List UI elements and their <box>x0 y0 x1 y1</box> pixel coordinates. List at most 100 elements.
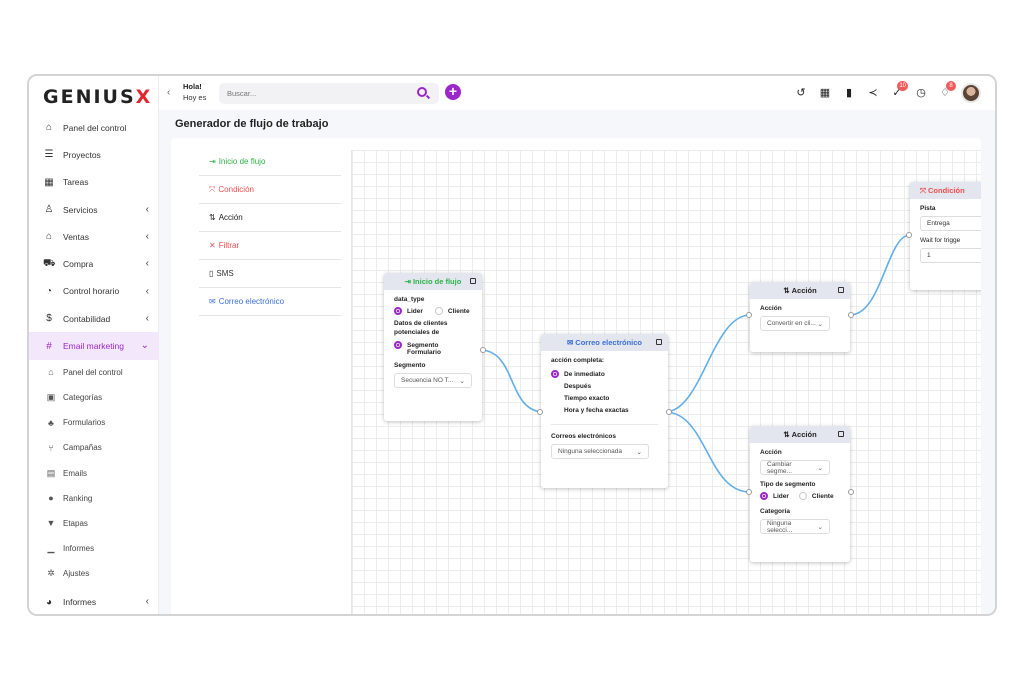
radio-segmento-dot[interactable] <box>394 341 402 349</box>
output-port[interactable] <box>848 489 854 495</box>
date-label: Hoy es <box>183 93 207 102</box>
radio-dot[interactable] <box>551 394 559 402</box>
output-port[interactable] <box>480 347 486 353</box>
logo[interactable]: GENIUSX <box>43 86 152 108</box>
radio-option[interactable]: Hora y fecha exactas <box>551 406 658 414</box>
radio-option[interactable]: Después <box>551 382 658 390</box>
bell-icon[interactable]: ♢ 8 <box>933 81 957 103</box>
radio-formulario[interactable]: Formulario <box>394 349 472 356</box>
node-accion-2[interactable]: ⇅ Acción Acción Cambiar segme... ⌄ Tipo d… <box>746 426 854 562</box>
chevron-left-icon[interactable]: ‹ <box>146 258 149 269</box>
sidebar-item-7[interactable]: $ Contabilidad ‹ <box>29 305 159 332</box>
share-icon[interactable]: ≺ <box>861 83 885 103</box>
sidebar-item-label: Panel del control <box>63 122 127 133</box>
add-button[interactable]: + <box>445 84 461 100</box>
sidebar-subitem-3[interactable]: ⑂ Campañas <box>29 435 159 460</box>
accion-select[interactable]: Convertir en cli... ⌄ <box>760 316 830 331</box>
palette-item-5[interactable]: ✉ Correo electrónico <box>199 288 341 316</box>
node-condicion[interactable]: ⤧ Condición Pista Entrega Wait for trigg… <box>906 182 981 290</box>
chevron-left-icon[interactable]: ‹ <box>146 204 149 215</box>
sidebar-subitem-2[interactable]: ♣ Formularios <box>29 410 159 435</box>
radio-dot[interactable] <box>551 406 559 414</box>
collapse-icon[interactable] <box>656 339 662 345</box>
sidebar-item-informes[interactable]: ◕ Informes ‹ <box>29 588 159 614</box>
output-port[interactable] <box>666 409 672 415</box>
accion-select[interactable]: Cambiar segme... ⌄ <box>760 460 830 475</box>
sidebar-item-0[interactable]: ⌂ Panel del control <box>29 114 159 141</box>
input-port[interactable] <box>537 409 543 415</box>
radio-lider[interactable] <box>760 492 768 500</box>
node-header[interactable]: ⇥ Inicio de flujo <box>384 273 482 290</box>
sidebar-item-1[interactable]: ☰ Proyectos <box>29 141 159 168</box>
radio-cliente[interactable] <box>434 307 443 315</box>
sidebar-item-5[interactable]: ⛟ Compra ‹ <box>29 250 159 277</box>
palette-item-2[interactable]: ⇅ Acción <box>199 204 341 232</box>
node-header[interactable]: ⇅ Acción <box>750 426 850 443</box>
output-port[interactable] <box>848 312 854 318</box>
avatar[interactable] <box>961 83 981 103</box>
chevron-left-icon[interactable]: ‹ <box>146 231 149 242</box>
sidebar-item-6[interactable]: ◔ Control horario ‹ <box>29 278 159 305</box>
categoria-select[interactable]: Ninguna selecci... ⌄ <box>760 519 830 534</box>
sidebar-subitem-8[interactable]: ✲ Ajustes <box>29 561 159 586</box>
node-accion-1[interactable]: ⇅ Acción Acción Convertir en cli... ⌄ <box>746 282 854 352</box>
radio-dot[interactable] <box>551 370 559 378</box>
wait-input[interactable]: 1 <box>920 248 981 263</box>
search-input[interactable] <box>219 83 439 104</box>
sidebar-item-3[interactable]: ♙ Servicios ‹ <box>29 196 159 223</box>
sidebar-subitem-6[interactable]: ▼ Etapas <box>29 511 159 536</box>
chevron-left-icon[interactable]: ‹ <box>167 87 170 98</box>
collapse-icon[interactable] <box>470 278 476 284</box>
radio-label: Segmento <box>407 341 439 349</box>
segmento-select[interactable]: Secuencia NO T... ⌄ <box>394 373 472 388</box>
sidebar: GENIUSX ⌂ Panel del control ☰ Proyectos ▦ Tar… <box>29 76 159 614</box>
clock-icon: ◔ <box>45 285 53 297</box>
phone-icon[interactable]: ▮ <box>837 83 861 103</box>
sidebar-subitem-7[interactable]: ▁ Informes <box>29 536 159 561</box>
node-header[interactable]: ⇅ Acción <box>750 282 850 299</box>
pista-select[interactable]: Entrega <box>920 216 981 231</box>
chevron-down-icon[interactable]: ⌄ <box>141 340 149 351</box>
input-port[interactable] <box>746 489 752 495</box>
input-port[interactable] <box>746 312 752 318</box>
chevron-left-icon[interactable]: ‹ <box>146 313 149 324</box>
clock-icon[interactable]: ◷ <box>909 83 933 103</box>
chevron-left-icon[interactable]: ‹ <box>146 286 149 297</box>
sidebar-subitem-4[interactable]: ▤ Emails <box>29 460 159 485</box>
flow-canvas[interactable]: ⇥ Inicio de flujo data_type Lider Client… <box>351 150 981 614</box>
node-correo-electronico[interactable]: ✉ Correo electrónico acción completa: De… <box>537 334 672 488</box>
sidebar-subitem-0[interactable]: ⌂ Panel del control <box>29 360 159 385</box>
sidebar-item-label: Informes <box>63 597 97 607</box>
radio-segmento[interactable]: Segmento <box>394 341 472 349</box>
radio-cliente[interactable] <box>798 492 807 500</box>
palette-item-4[interactable]: ▯ SMS <box>199 260 341 288</box>
sidebar-subitem-1[interactable]: ▣ Categorías <box>29 385 159 410</box>
palette-item-1[interactable]: ⤧ Condición <box>199 176 341 204</box>
tasks-check-icon[interactable]: ✓ 10 <box>885 81 909 103</box>
sidebar-item-4[interactable]: ⌂ Ventas ‹ <box>29 223 159 250</box>
correos-select[interactable]: Ninguna seleccionada ⌄ <box>551 444 649 459</box>
node-header[interactable]: ✉ Correo electrónico <box>541 334 668 351</box>
palette-item-0[interactable]: ⇥ Inicio de flujo <box>199 148 341 176</box>
chevron-left-icon[interactable]: ‹ <box>146 596 149 607</box>
history-icon[interactable]: ↺ <box>789 83 813 103</box>
node-header[interactable]: ⤧ Condición <box>910 182 981 199</box>
palette-item-label: Filtrar <box>218 241 240 250</box>
collapse-icon[interactable] <box>838 431 844 437</box>
radio-dot[interactable] <box>551 382 559 390</box>
sidebar-subitem-label: Ranking <box>63 493 93 503</box>
search-icon[interactable] <box>417 87 427 97</box>
sidebar-item-8[interactable]: # Email marketing ⌄ <box>29 332 159 360</box>
pie-icon: ◕ <box>45 596 53 608</box>
select-value: Ninguna seleccionada <box>558 448 622 455</box>
sidebar-item-2[interactable]: ▦ Tareas <box>29 169 159 196</box>
input-port[interactable] <box>906 232 912 238</box>
radio-option[interactable]: De inmediato <box>551 370 658 378</box>
radio-lider[interactable] <box>394 307 402 315</box>
node-inicio-de-flujo[interactable]: ⇥ Inicio de flujo data_type Lider Client… <box>384 273 486 421</box>
sidebar-subitem-5[interactable]: ● Ranking <box>29 486 159 511</box>
radio-option[interactable]: Tiempo exacto <box>551 394 658 402</box>
collapse-icon[interactable] <box>838 287 844 293</box>
qr-code-icon[interactable]: ▦ <box>813 83 837 103</box>
palette-item-3[interactable]: ✕ Filtrar <box>199 232 341 260</box>
